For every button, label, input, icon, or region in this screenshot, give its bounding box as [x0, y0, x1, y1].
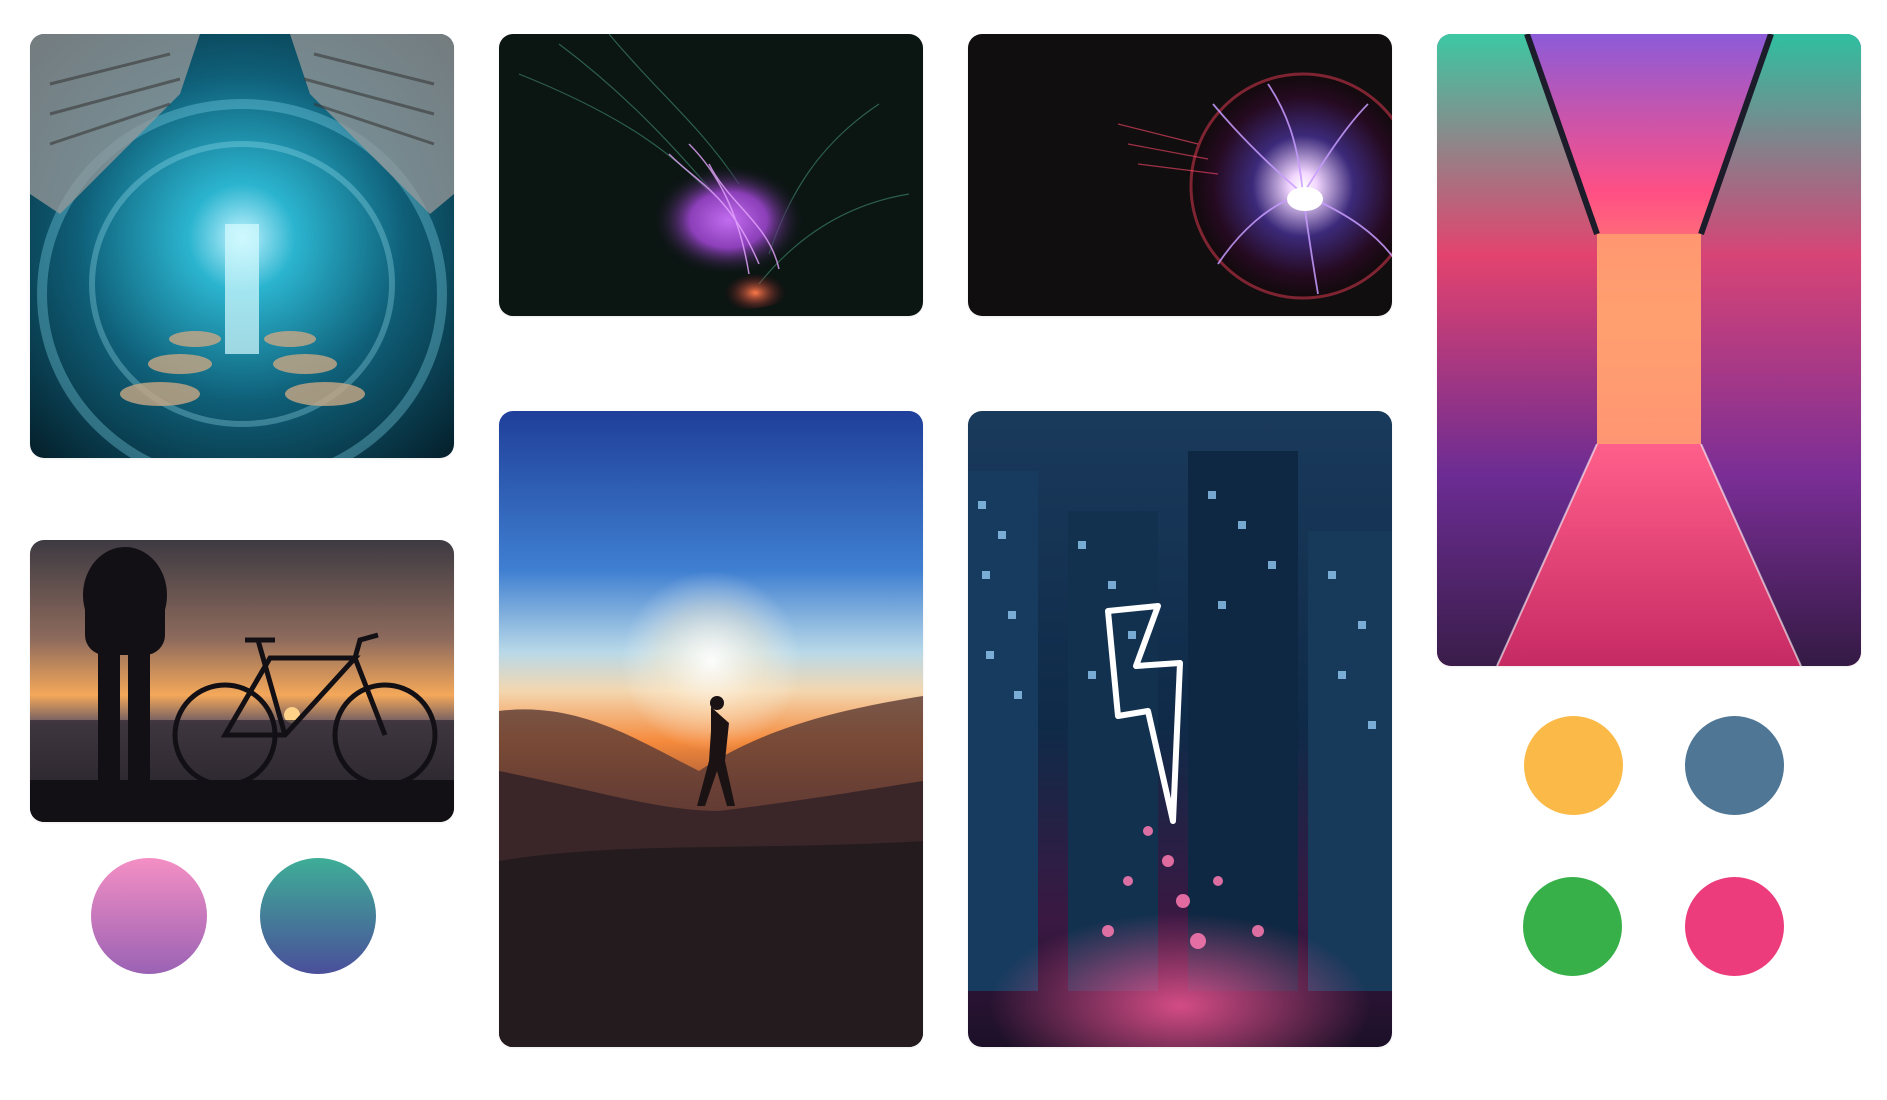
sunset-bicycle-image	[30, 540, 454, 822]
swatch-pink[interactable]	[1685, 877, 1784, 976]
swatch-green[interactable]	[1523, 877, 1622, 976]
sunset-hiker-silhouette-photo[interactable]	[499, 411, 923, 1047]
sci-fi-tunnel-image	[30, 34, 454, 458]
swatch-pink-purple-gradient[interactable]	[91, 858, 207, 974]
swatch-amber[interactable]	[1524, 716, 1623, 815]
swatch-slate-blue[interactable]	[1685, 716, 1784, 815]
light-sculpture-image	[499, 34, 923, 316]
sunset-hiker-image	[499, 411, 923, 1047]
neon-corridor-photo[interactable]	[1437, 34, 1861, 666]
sunset-bicycle-silhouette-photo[interactable]	[30, 540, 454, 822]
neon-lightning-city-photo[interactable]	[968, 411, 1392, 1047]
sci-fi-tunnel-photo[interactable]	[30, 34, 454, 458]
plasma-ball-image	[968, 34, 1392, 316]
neon-lightning-image	[968, 411, 1392, 1047]
plasma-ball-photo[interactable]	[968, 34, 1392, 316]
abstract-light-sculpture-photo[interactable]	[499, 34, 923, 316]
neon-corridor-image	[1437, 34, 1861, 666]
moodboard	[0, 0, 1887, 1100]
swatch-teal-indigo-gradient[interactable]	[260, 858, 376, 974]
